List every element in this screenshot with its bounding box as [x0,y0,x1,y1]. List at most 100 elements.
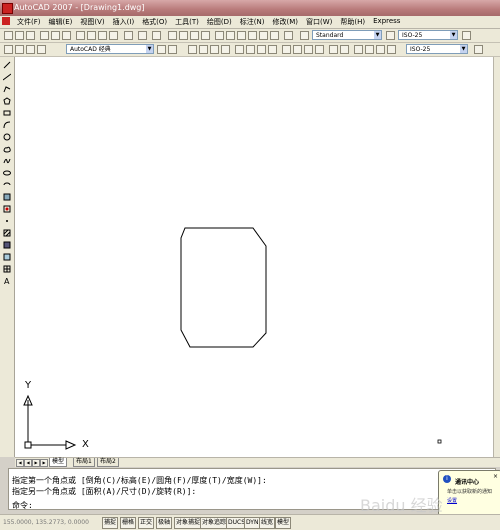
print-preview-icon[interactable] [51,31,60,40]
copy-icon[interactable] [87,31,96,40]
circle-icon[interactable] [3,133,11,141]
markup-icon[interactable] [259,31,268,40]
aligned-dim-icon[interactable] [199,45,208,54]
pan-icon[interactable] [168,31,177,40]
notification-balloon[interactable]: i 通讯中心 × 单击以获取新的通知 设置 [438,470,500,516]
tab-prev-icon[interactable]: ◀ [24,459,32,467]
make-current-icon[interactable] [37,45,46,54]
workspace-select[interactable]: AutoCAD 经典 ▼ [66,44,154,54]
menu-draw[interactable]: 绘图(D) [203,17,236,27]
document-icon[interactable] [2,17,10,25]
text-style-select[interactable]: Standard ▼ [312,30,382,40]
dim-style-manager-icon[interactable] [387,45,396,54]
osnap-toggle[interactable]: 对象捕捉 [174,517,203,529]
arc-length-icon[interactable] [210,45,219,54]
polygon-icon[interactable] [3,97,11,105]
jogged-dim-icon[interactable] [246,45,255,54]
diameter-dim-icon[interactable] [257,45,266,54]
zoom-previous-icon[interactable] [201,31,210,40]
menu-file[interactable]: 文件(F) [13,17,45,27]
ellipse-icon[interactable] [3,169,11,177]
quick-leader-icon[interactable] [315,45,324,54]
match-properties-icon[interactable] [109,31,118,40]
hatch-icon[interactable] [3,229,11,237]
sheet-set-icon[interactable] [248,31,257,40]
insert-block-icon[interactable] [3,193,11,201]
menu-view[interactable]: 视图(V) [76,17,108,27]
dyn-toggle[interactable]: DYN [244,517,261,529]
dim-style-icon[interactable] [386,31,395,40]
menu-insert[interactable]: 插入(I) [109,17,139,27]
dim-text-edit-icon[interactable] [365,45,374,54]
dim-style-select[interactable]: ISO-25 ▼ [398,30,458,40]
spline-icon[interactable] [3,157,11,165]
lineweight-toggle[interactable]: 线宽 [259,517,276,529]
otrack-toggle[interactable]: 对象追踪 [200,517,229,529]
chevron-down-icon[interactable]: ▼ [460,45,467,53]
tool-palettes-icon[interactable] [237,31,246,40]
angular-dim-icon[interactable] [268,45,277,54]
radius-dim-icon[interactable] [235,45,244,54]
center-mark-icon[interactable] [340,45,349,54]
dim-style-icon-2[interactable] [474,45,483,54]
menu-edit[interactable]: 编辑(E) [45,17,77,27]
chevron-down-icon[interactable]: ▼ [450,31,457,39]
rectangle-icon[interactable] [3,109,11,117]
tolerance-icon[interactable] [329,45,338,54]
ellipse-arc-icon[interactable] [3,181,11,189]
quickcalc-icon[interactable] [270,31,279,40]
gradient-icon[interactable] [3,241,11,249]
table-icon[interactable] [3,265,11,273]
snap-toggle[interactable]: 捕捉 [102,517,119,529]
workspace-save-icon[interactable] [168,45,177,54]
make-block-icon[interactable] [3,205,11,213]
menu-dimension[interactable]: 标注(N) [236,17,269,27]
tab-last-icon[interactable]: ▶ [40,459,48,467]
construction-line-icon[interactable] [2,73,12,81]
redo-icon[interactable] [152,31,161,40]
vertical-scrollbar[interactable] [493,57,500,457]
menu-format[interactable]: 格式(O) [138,17,171,27]
menu-help[interactable]: 帮助(H) [336,17,369,27]
model-toggle[interactable]: 模型 [275,517,292,529]
tab-first-icon[interactable]: ◀ [16,459,24,467]
tab-layout1[interactable]: 布局1 [73,458,95,467]
chevron-down-icon[interactable]: ▼ [146,45,153,53]
arc-icon[interactable] [3,121,11,129]
help-icon[interactable] [284,31,293,40]
ordinate-dim-icon[interactable] [221,45,230,54]
line-icon[interactable] [3,61,11,69]
publish-icon[interactable] [62,31,71,40]
paste-icon[interactable] [98,31,107,40]
polyline-icon[interactable] [3,85,11,93]
linear-dim-icon[interactable] [188,45,197,54]
coordinate-readout[interactable]: 155.0000, 135.2773, 0.0000 [3,518,98,527]
multiline-text-icon[interactable]: A [3,277,11,286]
chevron-down-icon[interactable]: ▼ [374,31,381,39]
dim-style-select-2[interactable]: ISO-25 ▼ [406,44,468,54]
tab-model[interactable]: 模型 [49,458,68,467]
undo-icon[interactable] [138,31,147,40]
point-icon[interactable] [3,217,11,225]
quick-dim-icon[interactable] [282,45,291,54]
save-icon[interactable] [26,31,35,40]
new-icon[interactable] [4,31,13,40]
print-icon[interactable] [40,31,49,40]
menu-window[interactable]: 窗口(W) [302,17,336,27]
baseline-dim-icon[interactable] [293,45,302,54]
ortho-toggle[interactable]: 正交 [138,517,155,529]
tab-layout2[interactable]: 布局2 [97,458,119,467]
continue-dim-icon[interactable] [304,45,313,54]
design-center-icon[interactable] [226,31,235,40]
dim-edit-icon[interactable] [354,45,363,54]
drawing-canvas[interactable]: Y X [15,57,493,457]
revision-cloud-icon[interactable] [3,145,11,153]
tab-next-icon[interactable]: ▶ [32,459,40,467]
notification-settings-link[interactable]: 设置 [447,497,457,504]
menu-express[interactable]: Express [369,17,404,27]
open-icon[interactable] [15,31,24,40]
layer-previous-icon[interactable] [26,45,35,54]
zoom-realtime-icon[interactable] [179,31,188,40]
block-editor-icon[interactable] [124,31,133,40]
region-icon[interactable] [3,253,11,261]
